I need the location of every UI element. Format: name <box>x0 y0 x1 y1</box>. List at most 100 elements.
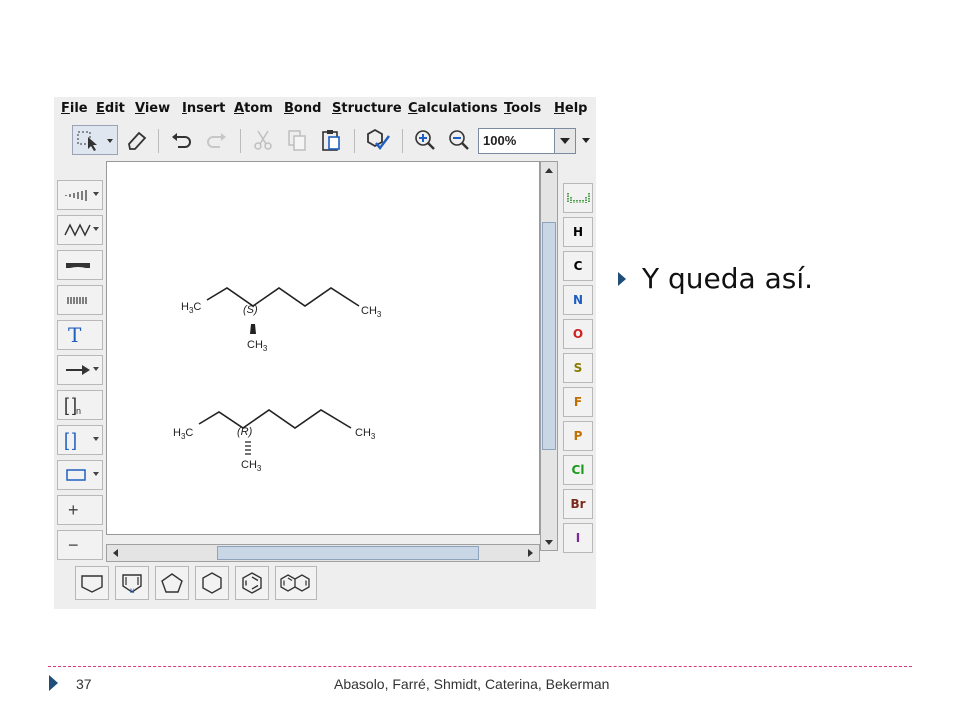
svg-text:H3C: H3C <box>181 301 201 315</box>
menu-calculations[interactable]: Calculations <box>408 101 498 116</box>
element-label: Cl <box>571 463 585 477</box>
chain-tool[interactable] <box>57 215 103 245</box>
element-label: I <box>575 531 581 545</box>
text-tool[interactable]: T <box>57 320 103 350</box>
element-button-p[interactable]: P <box>563 421 593 451</box>
menu-edit[interactable]: Edit <box>96 101 125 116</box>
drawing-canvas[interactable]: H3C (S) CH3 CH3 H3C (R) CH3 CH3 <box>106 161 540 535</box>
template-toolbar: N <box>70 563 326 609</box>
shape-tool[interactable] <box>57 460 103 490</box>
left-methyl-label: H <box>173 427 181 439</box>
pyrrole-template-icon: N <box>122 574 142 595</box>
svg-text:H3C: H3C <box>173 427 193 441</box>
wedge-tool[interactable] <box>57 250 103 280</box>
menu-help[interactable]: Help <box>554 101 587 116</box>
stereo-methyl-label: CH <box>247 339 263 351</box>
menu-atom[interactable]: Atom <box>234 101 273 116</box>
element-button-s[interactable]: S <box>563 353 593 383</box>
chain-icon <box>64 223 91 237</box>
bullet-arrow-icon <box>618 271 626 286</box>
cyclohexane-template-icon <box>202 572 222 594</box>
zoom-in-button[interactable] <box>410 125 440 155</box>
element-button-i[interactable]: I <box>563 523 593 553</box>
template-cyclohexane-boat[interactable] <box>75 566 109 600</box>
copy-icon <box>288 130 306 151</box>
paste-icon <box>322 130 340 151</box>
chevron-down-icon <box>582 138 590 143</box>
bullet-text: Y queda así. <box>642 262 814 295</box>
brackets-label: [ ] <box>64 429 77 450</box>
bold-bond-icon <box>66 263 90 268</box>
copy-button[interactable] <box>282 125 312 155</box>
element-label: O <box>572 327 584 341</box>
stereo-label-r: (R) <box>237 426 253 438</box>
menu-file[interactable]: File <box>61 101 88 116</box>
toolbar-separator <box>240 129 241 153</box>
horizontal-scrollbar[interactable] <box>106 544 540 562</box>
charge-minus-tool[interactable]: − <box>57 530 103 560</box>
scroll-left-button[interactable] <box>108 546 122 560</box>
check-structure-button[interactable] <box>364 125 394 155</box>
scroll-down-button[interactable] <box>542 535 556 549</box>
svg-text:CH3: CH3 <box>241 459 262 473</box>
element-button-n[interactable]: N <box>563 285 593 315</box>
sgroup-label: [ ] <box>64 394 77 415</box>
zoom-select[interactable]: 100% <box>478 128 556 154</box>
left-methyl-end: C <box>185 427 193 439</box>
element-label: C <box>573 259 583 273</box>
undo-button[interactable] <box>166 125 196 155</box>
chevron-left-icon <box>112 549 118 557</box>
template-cyclopentane[interactable] <box>155 566 189 600</box>
cyclopentane-template-icon <box>161 573 183 593</box>
element-label: Br <box>570 497 586 511</box>
element-label: F <box>573 395 583 409</box>
brackets-tool[interactable]: [ ] <box>57 425 103 455</box>
chevron-down-icon <box>545 539 553 545</box>
reaction-arrow-tool[interactable] <box>57 355 103 385</box>
zoom-out-icon <box>449 130 469 150</box>
toolbar-separator <box>402 129 403 153</box>
redo-button[interactable] <box>202 125 232 155</box>
template-benzene[interactable] <box>235 566 269 600</box>
select-tool-button[interactable] <box>72 125 118 155</box>
scroll-up-button[interactable] <box>542 163 556 177</box>
menu-structure[interactable]: Structure <box>332 101 402 116</box>
element-label: H <box>572 225 584 239</box>
zoom-dropdown-button[interactable] <box>554 128 576 154</box>
stereo-methyl-sub: 3 <box>263 344 268 353</box>
eraser-button[interactable] <box>122 125 152 155</box>
element-button-br[interactable]: Br <box>563 489 593 519</box>
charge-plus-tool[interactable]: + <box>57 495 103 525</box>
vertical-scrollbar[interactable] <box>540 161 558 551</box>
periodic-table-button[interactable] <box>563 183 593 213</box>
template-cyclohexane[interactable] <box>195 566 229 600</box>
element-button-f[interactable]: F <box>563 387 593 417</box>
element-button-c[interactable]: C <box>563 251 593 281</box>
chevron-down-icon <box>560 138 570 144</box>
right-methyl-sub: 3 <box>371 432 376 441</box>
zoom-out-button[interactable] <box>444 125 474 155</box>
scroll-right-button[interactable] <box>523 546 537 560</box>
chemical-editor-window: File Edit View Insert Atom Bond Structur… <box>54 97 596 609</box>
vertical-scroll-thumb[interactable] <box>542 222 556 450</box>
template-naphthalene[interactable] <box>275 566 317 600</box>
menu-tools[interactable]: Tools <box>504 101 541 116</box>
main-toolbar: 100% <box>54 121 596 161</box>
horizontal-scroll-thumb[interactable] <box>217 546 479 560</box>
cut-button[interactable] <box>248 125 278 155</box>
hashed-bond-tool[interactable] <box>57 285 103 315</box>
menu-view[interactable]: View <box>135 101 170 116</box>
menu-bond[interactable]: Bond <box>284 101 321 116</box>
element-button-cl[interactable]: Cl <box>563 455 593 485</box>
cut-icon <box>254 130 272 150</box>
menu-insert[interactable]: Insert <box>182 101 225 116</box>
hashed-bond-icon <box>67 297 87 304</box>
element-button-o[interactable]: O <box>563 319 593 349</box>
toolbar-overflow-button[interactable] <box>578 128 594 154</box>
template-pyrrole[interactable]: N <box>115 566 149 600</box>
sgroup-tool[interactable]: [ ] n <box>57 390 103 420</box>
element-label: P <box>573 429 583 443</box>
element-button-h[interactable]: H <box>563 217 593 247</box>
paste-button[interactable] <box>316 125 346 155</box>
bond-dropdown-tool[interactable] <box>57 180 103 210</box>
